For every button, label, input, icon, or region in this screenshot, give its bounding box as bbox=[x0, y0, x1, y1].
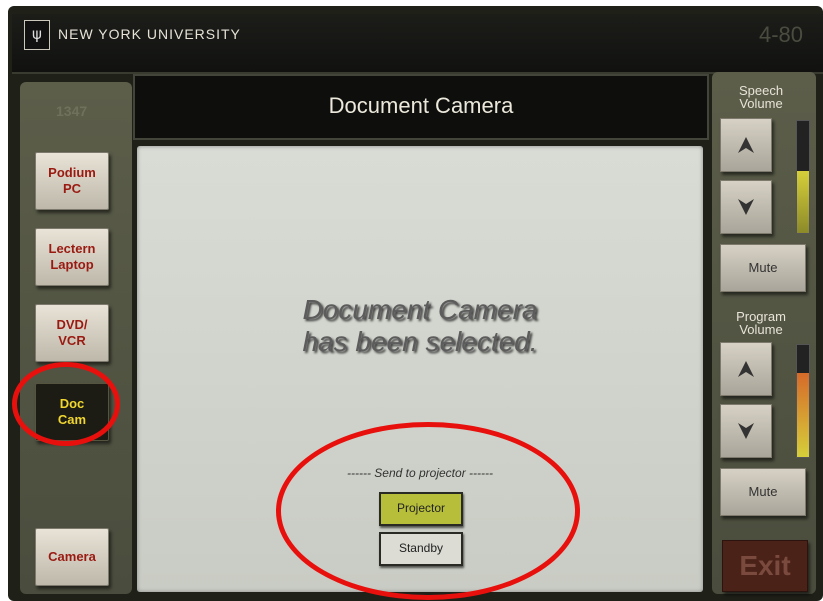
dvd-vcr-button[interactable]: DVD/ VCR bbox=[35, 304, 109, 362]
speech-volume-up-button[interactable] bbox=[720, 118, 772, 172]
doc-cam-highlight-circle bbox=[12, 362, 120, 446]
header-bar bbox=[12, 14, 823, 74]
program-volume-label: Program Volume bbox=[736, 309, 786, 337]
university-name: NEW YORK UNIVERSITY bbox=[58, 26, 241, 42]
speech-volume-meter bbox=[796, 120, 810, 234]
program-mute-button[interactable]: Mute bbox=[720, 468, 806, 516]
selection-message: Document Camera has been selected. bbox=[137, 294, 703, 358]
arrow-down-icon bbox=[738, 423, 754, 439]
speech-mute-button[interactable]: Mute bbox=[720, 244, 806, 292]
room-number: 4-80 bbox=[758, 22, 803, 47]
sidebar-ghost-label: 1347 bbox=[56, 103, 88, 119]
program-volume-level bbox=[797, 373, 809, 457]
camera-button[interactable]: Camera bbox=[35, 528, 109, 586]
program-volume-down-button[interactable] bbox=[720, 404, 772, 458]
speech-volume-level bbox=[797, 171, 809, 233]
program-volume-meter bbox=[796, 344, 810, 458]
speech-volume-label: Speech Volume bbox=[738, 83, 784, 111]
nyu-torch-logo-icon: ψ bbox=[24, 20, 50, 50]
exit-button[interactable]: Exit bbox=[722, 540, 808, 592]
arrow-up-icon bbox=[738, 361, 754, 377]
speech-volume-down-button[interactable] bbox=[720, 180, 772, 234]
page-title: Document Camera bbox=[133, 74, 709, 140]
message-line-1: Document Camera bbox=[302, 294, 538, 325]
arrow-down-icon bbox=[738, 199, 754, 215]
arrow-up-icon bbox=[738, 137, 754, 153]
program-volume-up-button[interactable] bbox=[720, 342, 772, 396]
message-line-2: has been selected. bbox=[302, 326, 538, 357]
lectern-laptop-button[interactable]: Lectern Laptop bbox=[35, 228, 109, 286]
podium-pc-button[interactable]: Podium PC bbox=[35, 152, 109, 210]
projector-highlight-circle bbox=[276, 422, 580, 600]
